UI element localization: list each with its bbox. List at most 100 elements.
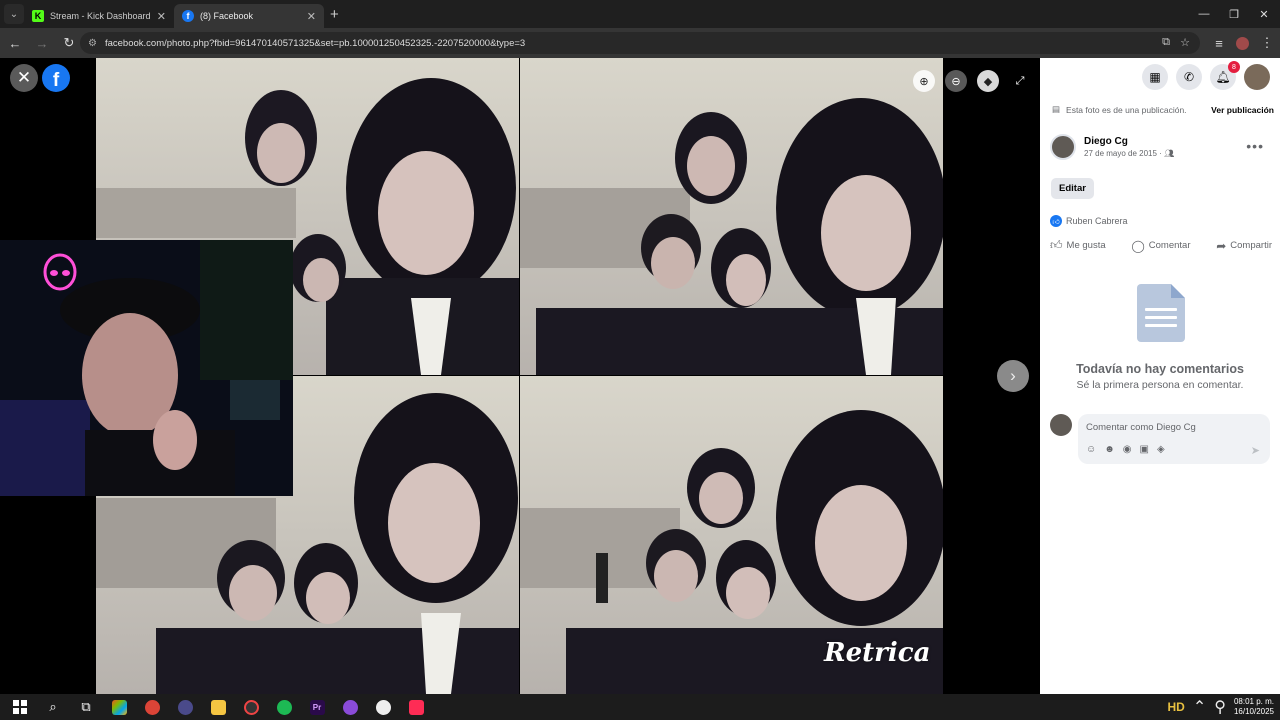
account-avatar[interactable]: [1244, 64, 1270, 90]
app-icon[interactable]: [238, 694, 264, 720]
like-reaction-icon: 👍︎: [1050, 215, 1062, 227]
view-post-link[interactable]: Ver publicación: [1211, 105, 1274, 115]
clock[interactable]: 08:01 p. m. 16/10/2025: [1234, 697, 1274, 717]
bookmark-star-icon[interactable]: ☆: [1180, 36, 1190, 49]
facebook-logo-icon[interactable]: f: [42, 64, 70, 92]
file-explorer-icon[interactable]: [205, 694, 231, 720]
fullscreen-icon[interactable]: ⤢: [1009, 70, 1031, 92]
widgets-icon[interactable]: [106, 694, 132, 720]
share-arrow-icon: ➦: [1216, 238, 1227, 253]
browser-toolbar: ← → ↻ ⚙ facebook.com/photo.php?fbid=9614…: [0, 28, 1280, 58]
webcam-overlay: [0, 240, 293, 496]
windows-start-icon[interactable]: [7, 694, 33, 720]
friends-audience-icon: 👥︎: [1164, 149, 1175, 158]
post-date[interactable]: 27 de mayo de 2015 · 👥︎: [1084, 149, 1174, 158]
notification-badge: 8: [1228, 61, 1240, 73]
comment-tools: ☺ ☻ ◉ ▣ ◈: [1086, 444, 1165, 455]
next-photo-button[interactable]: ›: [997, 360, 1029, 392]
zoom-in-icon[interactable]: ⊕: [913, 70, 935, 92]
tab-kick-dashboard[interactable]: K Stream - Kick Dashboard ✕: [24, 4, 174, 28]
tab-facebook[interactable]: f (8) Facebook ✕: [174, 4, 324, 28]
task-view-icon[interactable]: ⧉: [73, 694, 99, 720]
facebook-icon: f: [182, 10, 194, 22]
close-window-icon[interactable]: ✕: [1248, 0, 1280, 28]
tab-title: (8) Facebook: [200, 11, 254, 21]
post-actions: 👍︎ Me gusta ◯ Comentar ➦ Compartir: [1050, 238, 1272, 253]
chrome-icon[interactable]: [139, 694, 165, 720]
document-icon: ▤: [1052, 104, 1061, 114]
new-tab-button[interactable]: +: [330, 6, 339, 23]
like-label: Me gusta: [1066, 240, 1106, 251]
search-icon[interactable]: ⌕: [40, 694, 66, 720]
minimize-icon[interactable]: —: [1188, 0, 1220, 28]
restore-icon[interactable]: ❐: [1218, 0, 1250, 28]
retrica-watermark: Retrica: [824, 638, 931, 668]
windows-taskbar: ⌕ ⧉ Pr HD ⌃ ⚲ 08:01 p. m. 16/10/2025: [0, 694, 1280, 720]
publication-note-text: Esta foto es de una publicación.: [1066, 104, 1187, 115]
camera-icon[interactable]: ◉: [1123, 444, 1132, 455]
browser-tab-bar: ⌄ K Stream - Kick Dashboard ✕ f (8) Face…: [0, 0, 1280, 28]
show-hidden-icons[interactable]: ⌃: [1193, 697, 1206, 717]
no-comments-subtitle: Sé la primera persona en comentar.: [1076, 379, 1244, 391]
share-button[interactable]: ➦ Compartir: [1216, 238, 1272, 253]
post-details-panel: ▦ ✆ 🔔︎ 8 ▤ Esta foto es de una publicaci…: [1040, 58, 1280, 694]
avatar-sticker-icon[interactable]: ☺: [1086, 444, 1096, 455]
close-viewer-button[interactable]: ✕: [10, 64, 38, 92]
no-comments-title: Todavía no hay comentarios: [1076, 362, 1244, 376]
header-icons: ▦ ✆ 🔔︎ 8: [1142, 61, 1270, 90]
forward-arrow-icon[interactable]: →: [30, 31, 54, 55]
obs-icon[interactable]: [337, 694, 363, 720]
menu-kebab-icon[interactable]: ⋮: [1255, 31, 1279, 55]
tray-app-icon[interactable]: HD: [1167, 700, 1184, 714]
site-info-icon[interactable]: ⚙: [88, 38, 97, 49]
tab-title: Stream - Kick Dashboard: [50, 11, 151, 21]
emoji-icon[interactable]: ☻: [1104, 444, 1115, 455]
kick-icon: K: [32, 10, 44, 22]
author-name[interactable]: Diego Cg: [1084, 136, 1174, 147]
sticker-icon[interactable]: ◈: [1157, 444, 1165, 455]
send-icon[interactable]: ➤: [1251, 444, 1260, 457]
edit-button[interactable]: Editar: [1051, 178, 1094, 199]
thumbs-up-icon: 👍︎: [1050, 238, 1063, 252]
more-options-icon[interactable]: •••: [1246, 138, 1264, 154]
gif-icon[interactable]: ▣: [1139, 444, 1148, 455]
post-author: Diego Cg 27 de mayo de 2015 · 👥︎: [1050, 134, 1174, 160]
premiere-icon[interactable]: Pr: [304, 694, 330, 720]
empty-document-icon: [1137, 284, 1185, 342]
reactor-name: Ruben Cabrera: [1066, 216, 1128, 226]
url-text: facebook.com/photo.php?fbid=961470140571…: [104, 37, 526, 49]
install-app-icon[interactable]: ⧉: [1162, 36, 1170, 49]
chrome-profile-icon[interactable]: [172, 694, 198, 720]
menu-grid-icon[interactable]: ▦: [1142, 64, 1168, 90]
close-tab-icon[interactable]: ✕: [157, 10, 166, 23]
zoom-out-icon[interactable]: ⊖: [945, 70, 967, 92]
reload-icon[interactable]: ↻: [57, 31, 81, 55]
comment-input[interactable]: Comentar como Diego Cg ☺ ☻ ◉ ▣ ◈ ➤: [1078, 414, 1270, 464]
comment-placeholder: Comentar como Diego Cg: [1086, 422, 1196, 433]
address-bar[interactable]: ⚙ facebook.com/photo.php?fbid=9614701405…: [80, 32, 1200, 54]
comment-label: Comentar: [1148, 240, 1191, 251]
comment-button[interactable]: ◯ Comentar: [1131, 238, 1190, 253]
system-tray: HD ⌃ ⚲ 08:01 p. m. 16/10/2025: [1167, 694, 1274, 720]
share-label: Compartir: [1230, 240, 1272, 251]
photo-panel-top-right: [520, 58, 943, 375]
messenger-icon[interactable]: ✆: [1176, 64, 1202, 90]
comment-bubble-icon: ◯: [1131, 238, 1145, 253]
media-controls-icon[interactable]: ≡: [1207, 31, 1231, 55]
like-button[interactable]: 👍︎ Me gusta: [1050, 238, 1106, 253]
profile-icon[interactable]: [1230, 31, 1254, 55]
tiktok-icon[interactable]: [403, 694, 429, 720]
tab-search-button[interactable]: ⌄: [4, 4, 24, 24]
close-tab-icon[interactable]: ✕: [307, 10, 316, 23]
network-icon[interactable]: ⚲: [1214, 697, 1226, 717]
notifications-bell-icon[interactable]: 🔔︎ 8: [1210, 61, 1240, 90]
back-arrow-icon[interactable]: ←: [3, 31, 27, 55]
reactions-summary[interactable]: 👍︎ Ruben Cabrera: [1050, 215, 1128, 227]
author-avatar[interactable]: [1050, 134, 1076, 160]
tag-icon[interactable]: ◆: [977, 70, 999, 92]
clock-time: 08:01 p. m.: [1233, 697, 1274, 706]
clock-date: 16/10/2025: [1233, 707, 1274, 716]
spotify-icon[interactable]: [271, 694, 297, 720]
commenter-avatar: [1050, 414, 1072, 436]
recording-icon[interactable]: [370, 694, 396, 720]
